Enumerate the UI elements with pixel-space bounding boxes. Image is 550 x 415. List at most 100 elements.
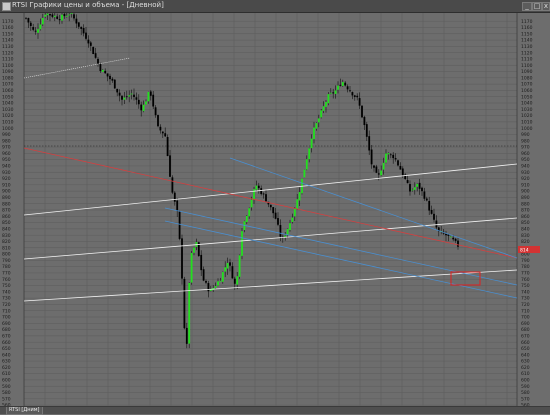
candle-body-down — [82, 27, 85, 34]
y-tick-label-left: 800 — [2, 252, 11, 258]
candle-body-down — [269, 204, 272, 208]
candle-body-up — [382, 162, 385, 170]
candle-body-down — [164, 133, 167, 137]
y-tick-label-right: 680 — [521, 327, 530, 333]
candle-body-up — [327, 94, 330, 104]
candle-body-down — [169, 155, 171, 177]
candle-body-up — [253, 189, 255, 200]
y-tick-label-left: 870 — [2, 208, 11, 214]
candle-body-down — [457, 240, 459, 247]
y-tick-label-right: 610 — [521, 371, 530, 377]
candle-body-up — [317, 118, 320, 123]
chart-tab[interactable]: RTSI [Дним] — [6, 407, 43, 415]
y-tick-label-right: 830 — [521, 233, 530, 239]
y-tick-label-left: 760 — [2, 277, 11, 283]
y-tick-label-right: 920 — [521, 176, 530, 182]
y-tick-label-right: 650 — [521, 346, 530, 352]
candle-body-down — [154, 107, 157, 116]
y-tick-label-right: 1170 — [521, 19, 533, 25]
candle-body-down — [171, 177, 174, 193]
y-tick-label-left: 960 — [2, 151, 11, 157]
y-tick-label-left: 1050 — [2, 94, 14, 100]
candle-body-up — [380, 170, 383, 176]
y-tick-label-left: 920 — [2, 176, 11, 182]
candle-body-up — [310, 138, 313, 149]
candle-body-up — [245, 215, 248, 223]
y-tick-label-right: 710 — [521, 308, 530, 314]
close-button[interactable]: x — [542, 2, 550, 11]
y-tick-label-right: 1130 — [521, 44, 533, 50]
y-tick-label-left: 790 — [2, 258, 11, 264]
candle-body-down — [159, 126, 162, 131]
candle-body-up — [313, 127, 315, 140]
candle-body-up — [61, 14, 63, 21]
y-tick-label-right: 910 — [521, 182, 530, 188]
candle-body-down — [409, 184, 411, 192]
candle-body-down — [87, 39, 90, 44]
candle-body-up — [44, 14, 47, 17]
candle-body-up — [226, 262, 229, 269]
y-tick-label-right: 630 — [521, 359, 530, 365]
candle-body-down — [346, 86, 349, 90]
y-tick-label-right: 1150 — [521, 31, 533, 37]
candle-body-down — [173, 192, 176, 202]
candle-body-down — [401, 168, 404, 176]
y-tick-label-left: 990 — [2, 132, 11, 138]
y-tick-label-left: 980 — [2, 138, 11, 144]
candle-body-up — [298, 192, 301, 201]
candle-body-down — [356, 95, 359, 98]
candle-body-down — [430, 209, 433, 214]
candle-body-down — [368, 136, 371, 151]
candle-body-down — [137, 99, 140, 105]
candle-body-up — [337, 85, 339, 90]
candle-body-down — [63, 13, 66, 17]
chart-canvas[interactable]: 1170116011501140113011201110110010901080… — [0, 13, 550, 407]
candle-body-down — [106, 73, 109, 77]
price-chart[interactable]: 1170 1160 1150 1140 1130 1120 1110 1100 1090 1080… — [0, 13, 550, 407]
candle-body-up — [416, 183, 419, 187]
candle-body-down — [392, 154, 395, 159]
y-tick-label-left: 580 — [2, 390, 11, 396]
candle-body-up — [145, 101, 147, 105]
candle-body-up — [41, 17, 44, 25]
y-tick-label-right: 940 — [521, 164, 530, 170]
candle-body-down — [34, 30, 37, 32]
candle-body-down — [421, 187, 423, 192]
candle-body-down — [56, 16, 59, 19]
candle-body-down — [27, 18, 30, 23]
title-bar[interactable]: RTSI Графики цены и объема - [Дневной] _… — [0, 0, 550, 13]
candle-body-down — [205, 280, 207, 283]
y-tick-label-right: 700 — [521, 315, 530, 321]
y-tick-label-left: 1120 — [2, 50, 14, 56]
candle-body-up — [293, 208, 296, 217]
candle-body-up — [217, 281, 219, 286]
y-tick-label-right: 1160 — [521, 25, 533, 31]
candle-body-up — [329, 92, 332, 94]
y-tick-label-left: 1170 — [2, 19, 14, 25]
y-tick-label-left: 830 — [2, 233, 11, 239]
y-tick-label-left: 1090 — [2, 69, 14, 75]
candle-body-down — [58, 19, 61, 21]
minimize-button[interactable]: _ — [522, 2, 532, 11]
candle-body-down — [433, 213, 435, 220]
candle-body-down — [274, 212, 277, 219]
candle-body-down — [406, 180, 409, 184]
y-tick-label-left: 910 — [2, 182, 11, 188]
candle-body-down — [92, 47, 95, 55]
candle-body-down — [279, 225, 282, 237]
candle-body-down — [183, 278, 186, 329]
y-tick-label-right: 600 — [521, 378, 530, 384]
y-tick-label-left: 930 — [2, 170, 11, 176]
candle-body-up — [70, 13, 73, 14]
candle-body-down — [25, 17, 27, 19]
candle-body-down — [185, 327, 188, 344]
candle-body-down — [152, 94, 155, 107]
y-tick-label-right: 720 — [521, 302, 530, 308]
y-tick-label-left: 770 — [2, 271, 11, 277]
maximize-button[interactable]: □ — [532, 2, 542, 11]
y-tick-label-left: 1020 — [2, 113, 14, 119]
candle-body-up — [123, 97, 126, 100]
candle-body-down — [176, 200, 179, 211]
candle-body-up — [224, 267, 227, 272]
candle-body-up — [147, 91, 150, 102]
